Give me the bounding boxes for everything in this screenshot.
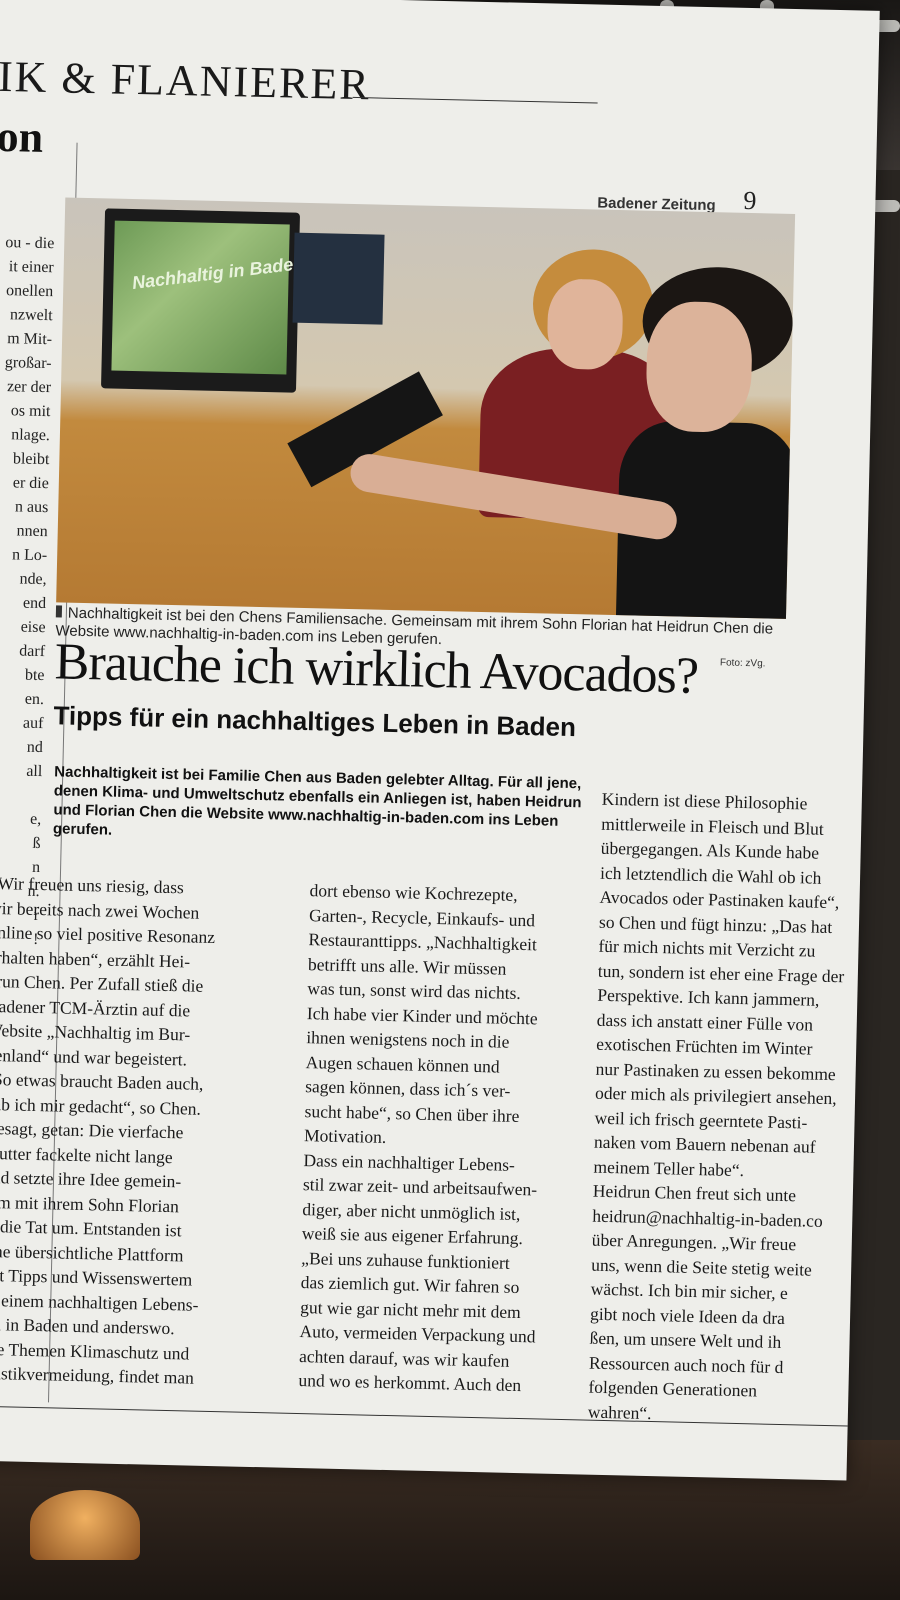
caption-marker: [55, 605, 63, 618]
left-headline-fragment: on: [0, 111, 44, 162]
article-lead: Nachhaltigkeit ist bei Familie Chen aus …: [52, 763, 582, 839]
screen-title: Nachhaltig in Baden: [131, 252, 306, 293]
page-number: 9: [743, 185, 757, 216]
article-column-2: dort ebenso wie Kochrezepte, Garten-, Re…: [298, 880, 538, 1396]
woman-face: [546, 278, 624, 371]
article-photo: Nachhaltig in Baden: [56, 197, 796, 619]
photo-credit: Foto: zVg.: [719, 657, 766, 670]
laptop: [292, 232, 385, 325]
monitor: Nachhaltig in Baden: [100, 208, 305, 393]
newspaper-page: IK & FLANIERER on Badener Zeitung 9 ou -…: [0, 0, 880, 1481]
monitor-screen: Nachhaltig in Baden: [111, 220, 305, 375]
man-face: [645, 300, 754, 434]
article-column-1: „Wir freuen uns riesig, dass wir bereits…: [0, 872, 216, 1388]
article-column-3: Kindern ist diese Philosophie mittlerwei…: [587, 788, 845, 1423]
lamp-icon: [30, 1490, 140, 1560]
section-rule: [352, 96, 598, 104]
section-title: IK & FLANIERER: [0, 51, 372, 110]
left-column-fragment: ou - die it einer onellen nzwelt m Mit- …: [4, 234, 55, 949]
article-subheadline: Tipps für ein nachhaltiges Leben in Bade…: [53, 700, 577, 743]
